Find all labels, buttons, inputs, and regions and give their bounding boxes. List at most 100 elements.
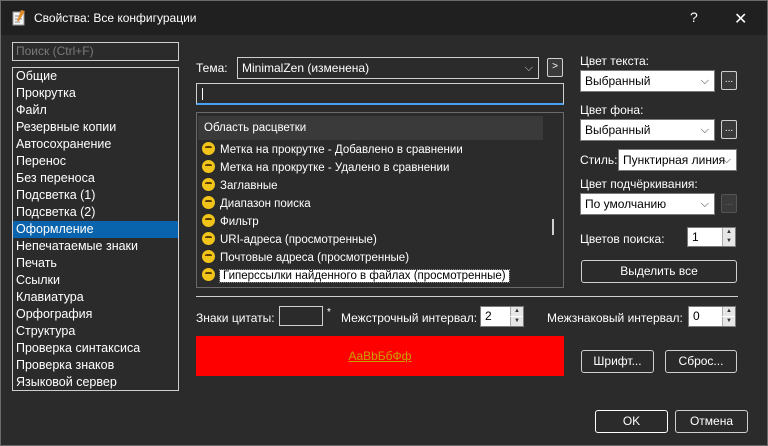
char-spacing-label: Межзнаковый интервал: xyxy=(547,311,683,325)
smiley-icon xyxy=(202,196,215,209)
sidebar-item[interactable]: Ссылки xyxy=(13,272,178,289)
color-list-item[interactable]: Метка на прокрутке - Добавлено в сравнен… xyxy=(202,141,463,159)
underline-color-more-button[interactable]: ... xyxy=(721,194,737,213)
color-list-item[interactable]: URI-адреса (просмотренные) xyxy=(202,231,377,249)
sidebar-item[interactable]: Проверка синтаксиса xyxy=(13,340,178,357)
color-list-item-label: Метка на прокрутке - Удалено в сравнении xyxy=(220,162,450,174)
sidebar-item[interactable]: Структура xyxy=(13,323,178,340)
search-input[interactable]: Поиск (Ctrl+F) xyxy=(12,42,179,61)
smiley-icon xyxy=(202,232,215,245)
sidebar-item[interactable]: Без переноса xyxy=(13,170,178,187)
color-list-item[interactable]: Гиперссылки найденного в файлах (просмот… xyxy=(202,267,510,285)
line-spacing-label: Межстрочный интервал: xyxy=(341,311,478,325)
char-spacing-value: 0 xyxy=(693,309,700,323)
window-title: Свойства: Все конфигурации xyxy=(34,11,197,25)
chevron-down-icon: ⌵ xyxy=(700,124,709,136)
spin-down-icon[interactable]: ▼ xyxy=(722,237,735,246)
filter-input[interactable] xyxy=(196,83,564,105)
spin-up-icon[interactable]: ▲ xyxy=(722,228,735,237)
select-all-button[interactable]: Выделить все xyxy=(581,260,737,283)
bg-color-label: Цвет фона: xyxy=(580,103,644,117)
sidebar-item[interactable]: Перенос xyxy=(13,153,178,170)
sidebar-item[interactable]: Орфография xyxy=(13,306,178,323)
spin-up-icon[interactable]: ▲ xyxy=(510,307,523,316)
close-button[interactable]: ✕ xyxy=(734,9,747,29)
title-bar: Свойства: Все конфигурации ? ✕ xyxy=(1,1,767,35)
bg-color-more-button[interactable]: ... xyxy=(721,120,737,139)
color-list-item[interactable]: Диапазон поиска xyxy=(202,195,311,213)
scrollbar-thumb[interactable] xyxy=(552,219,554,235)
sidebar-item[interactable]: Непечатаемые знаки xyxy=(13,238,178,255)
line-spacing-stepper[interactable]: 2 ▲ ▼ xyxy=(480,306,524,327)
sidebar-item[interactable]: Проверка знаков xyxy=(13,357,178,374)
sidebar-item[interactable]: Автосохранение xyxy=(13,136,178,153)
underline-color-value: По умолчанию xyxy=(585,197,667,211)
underline-color-select[interactable]: По умолчанию ⌵ xyxy=(580,193,715,215)
color-list-item-label: Гиперссылки найденного в файлах (просмот… xyxy=(219,269,510,283)
theme-label: Тема: xyxy=(196,61,228,75)
sidebar-item[interactable]: Подсветка (2) xyxy=(13,204,178,221)
quote-chars-label: Знаки цитаты: xyxy=(196,311,275,325)
color-list-item-label: Диапазон поиска xyxy=(220,198,311,210)
sidebar-item[interactable]: Общие xyxy=(13,68,178,85)
color-list-item[interactable]: Почтовые адреса (просмотренные) xyxy=(202,249,409,267)
smiley-icon xyxy=(202,250,215,263)
smiley-icon xyxy=(202,142,215,155)
theme-select-value: MinimalZen (изменена) xyxy=(242,61,370,75)
divider xyxy=(196,296,738,297)
settings-category-list[interactable]: Общие Прокрутка Файл Резервные копии Автосох… xyxy=(12,67,179,391)
font-button[interactable]: Шрифт... xyxy=(581,350,654,373)
preview-text: AaBbБбФф xyxy=(348,349,412,363)
color-list-item-label: Заглавные xyxy=(220,180,278,192)
chevron-down-icon: ⌵ xyxy=(722,154,731,166)
color-list-item[interactable]: Фильтр xyxy=(202,213,259,231)
spin-up-icon[interactable]: ▲ xyxy=(722,307,735,316)
reset-button[interactable]: Сброс... xyxy=(665,350,737,373)
cancel-button[interactable]: Отмена xyxy=(675,410,748,433)
underline-color-label: Цвет подчёркивания: xyxy=(580,177,698,191)
theme-next-button[interactable]: > xyxy=(547,58,563,77)
color-list-item-label: Фильтр xyxy=(220,216,259,228)
smiley-icon xyxy=(202,268,215,281)
sidebar-item[interactable]: Файл xyxy=(13,102,178,119)
char-spacing-stepper[interactable]: 0 ▲ ▼ xyxy=(688,306,736,327)
style-select[interactable]: Пунктирная линия ⌵ xyxy=(618,149,737,171)
text-color-more-button[interactable]: ... xyxy=(721,71,737,90)
sidebar-item[interactable]: Подсветка (1) xyxy=(13,187,178,204)
bg-color-value: Выбранный xyxy=(585,123,651,137)
sidebar-item[interactable]: Клавиатура xyxy=(13,289,178,306)
sidebar-item[interactable]: Печать xyxy=(13,255,178,272)
spin-down-icon[interactable]: ▼ xyxy=(510,317,523,326)
search-colors-stepper[interactable]: 1 ▲ ▼ xyxy=(687,227,736,247)
text-color-label: Цвет текста: xyxy=(580,54,650,68)
smiley-icon xyxy=(202,160,215,173)
quote-chars-input[interactable] xyxy=(279,306,323,326)
notepad-app-icon xyxy=(12,10,25,26)
color-scope-list[interactable]: Область расцветки Метка на прокрутке - Д… xyxy=(196,112,564,288)
color-list-item[interactable]: Метка на прокрутке - Удалено в сравнении xyxy=(202,159,449,177)
quote-asterisk: * xyxy=(327,307,331,318)
smiley-icon xyxy=(202,214,215,227)
sidebar-item[interactable]: Языковой сервер xyxy=(13,374,178,391)
color-list-item-label: Почтовые адреса (просмотренные) xyxy=(220,252,410,264)
smiley-icon xyxy=(202,178,215,191)
color-list-item-label: URI-адреса (просмотренные) xyxy=(220,234,377,246)
color-list-item[interactable]: Заглавные xyxy=(202,177,278,195)
search-colors-value: 1 xyxy=(692,230,699,244)
chevron-down-icon: ⌵ xyxy=(524,62,533,74)
sidebar-item[interactable]: Резервные копии xyxy=(13,119,178,136)
help-button[interactable]: ? xyxy=(690,9,698,25)
ok-button[interactable]: OK xyxy=(595,410,668,433)
preview-box: AaBbБбФф xyxy=(196,336,564,376)
bg-color-select[interactable]: Выбранный ⌵ xyxy=(580,119,715,141)
spin-down-icon[interactable]: ▼ xyxy=(722,317,735,326)
color-list-header: Область расцветки xyxy=(198,116,543,140)
theme-select[interactable]: MinimalZen (изменена) ⌵ xyxy=(237,57,539,79)
text-color-select[interactable]: Выбранный ⌵ xyxy=(580,70,715,92)
sidebar-item[interactable]: Оформление xyxy=(13,221,178,238)
properties-dialog: Свойства: Все конфигурации ? ✕ Поиск (Ct… xyxy=(0,0,768,446)
style-value: Пунктирная линия xyxy=(623,153,726,167)
sidebar-item[interactable]: Прокрутка xyxy=(13,85,178,102)
chevron-down-icon: ⌵ xyxy=(700,75,709,87)
text-caret xyxy=(202,88,203,100)
